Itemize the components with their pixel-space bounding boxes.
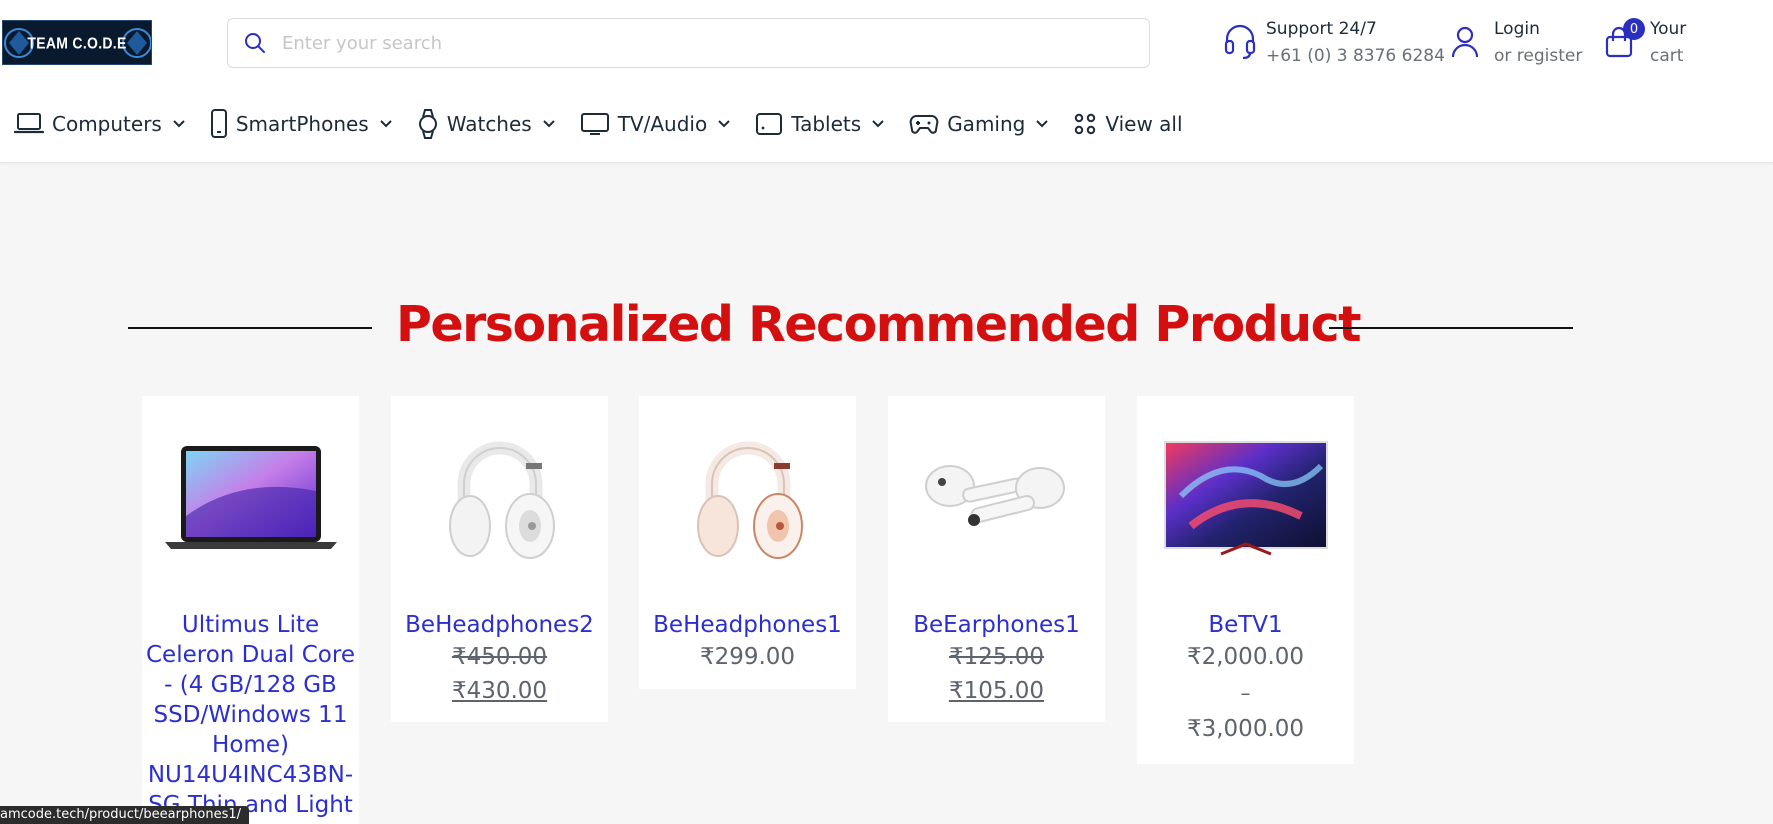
register-label[interactable]: or register xyxy=(1494,43,1582,70)
nav-item-view-all[interactable]: View all xyxy=(1073,112,1183,136)
logo-text: TEAM C.O.D.E xyxy=(27,33,127,52)
chevron-down-icon xyxy=(717,119,731,129)
product-price: ₹299.00 xyxy=(699,644,796,670)
smartphone-icon xyxy=(210,109,228,139)
search-bar xyxy=(227,18,1150,68)
price-range-separator: – xyxy=(1240,681,1251,705)
cart-count-badge: 0 xyxy=(1623,18,1645,40)
nav-label: Tablets xyxy=(791,112,862,136)
product-card[interactable]: BeTV1 ₹2,000.00 – ₹3,000.00 xyxy=(1137,396,1354,764)
product-name[interactable]: Ultimus Lite Celeron Dual Core - (4 GB/1… xyxy=(142,596,359,820)
shopping-bag-icon: 0 xyxy=(1604,16,1645,68)
product-image-headphones-white[interactable] xyxy=(391,396,608,596)
cart-label-line2: cart xyxy=(1650,46,1684,66)
product-sale-price: ₹105.00 xyxy=(948,678,1045,704)
product-price-min: ₹2,000.00 xyxy=(1186,644,1305,670)
chevron-down-icon xyxy=(871,119,885,129)
nav-item-watches[interactable]: Watches xyxy=(417,108,556,140)
product-image-headphones-pink[interactable] xyxy=(639,396,856,596)
nav-label: Watches xyxy=(446,112,532,136)
chevron-down-icon xyxy=(542,119,556,129)
product-sale-price: ₹430.00 xyxy=(451,678,548,704)
section-title: Personalized Recommended Product xyxy=(396,296,1362,353)
login-label[interactable]: Login xyxy=(1494,16,1582,43)
nav-item-smartphones[interactable]: SmartPhones xyxy=(210,109,393,139)
nav-item-tv-audio[interactable]: TV/Audio xyxy=(580,112,731,136)
nav-label: Computers xyxy=(52,112,162,136)
product-image-laptop[interactable] xyxy=(142,396,359,596)
nav-label: SmartPhones xyxy=(235,112,369,136)
product-card[interactable]: BeEarphones1 ₹125.00 ₹105.00 xyxy=(888,396,1105,722)
search-icon[interactable] xyxy=(228,18,282,68)
nav-item-tablets[interactable]: Tablets xyxy=(755,112,885,136)
product-name[interactable]: BeHeadphones1 xyxy=(639,596,856,640)
cart-link[interactable]: 0 Your cart xyxy=(1604,16,1686,72)
grid-dots-icon xyxy=(1073,112,1097,136)
support-phone[interactable]: +61 (0) 3 8376 6284 xyxy=(1266,43,1445,70)
chevron-down-icon xyxy=(379,119,393,129)
watch-icon xyxy=(417,108,439,140)
tablet-icon xyxy=(755,112,783,136)
nav-item-computers[interactable]: Computers xyxy=(14,112,186,136)
tv-icon xyxy=(580,112,610,136)
product-name[interactable]: BeEarphones1 xyxy=(888,596,1105,640)
laptop-icon xyxy=(14,112,44,136)
product-image-earphones[interactable] xyxy=(888,396,1105,596)
site-header: TEAM C.O.D.E Support 24/7 +61 (0) 3 8376… xyxy=(0,0,1773,163)
title-divider-left xyxy=(128,327,372,329)
product-price-max: ₹3,000.00 xyxy=(1186,716,1305,742)
nav-item-gaming[interactable]: Gaming xyxy=(909,112,1049,136)
chevron-down-icon xyxy=(172,119,186,129)
product-name[interactable]: BeHeadphones2 xyxy=(391,596,608,640)
product-card[interactable]: Ultimus Lite Celeron Dual Core - (4 GB/1… xyxy=(142,396,359,824)
support-contact[interactable]: Support 24/7 +61 (0) 3 8376 6284 xyxy=(1220,16,1445,72)
chevron-down-icon xyxy=(1035,119,1049,129)
search-input[interactable] xyxy=(282,32,1122,54)
login-register-link[interactable]: Login or register xyxy=(1450,16,1582,72)
product-old-price: ₹125.00 xyxy=(948,644,1045,670)
status-bar-url: amcode.tech/product/beearphones1/ xyxy=(0,806,250,824)
user-icon xyxy=(1450,16,1480,68)
cart-label-line1: Your xyxy=(1650,19,1687,39)
category-nav: Computers SmartPhones Watches TV/Audio T… xyxy=(14,104,1207,144)
site-logo[interactable]: TEAM C.O.D.E xyxy=(2,20,152,65)
nav-label: Gaming xyxy=(947,112,1026,136)
product-card[interactable]: BeHeadphones1 ₹299.00 xyxy=(639,396,856,689)
gamepad-icon xyxy=(909,113,939,135)
product-old-price: ₹450.00 xyxy=(451,644,548,670)
support-label: Support 24/7 xyxy=(1266,19,1377,39)
nav-label: TV/Audio xyxy=(617,112,708,136)
headset-icon xyxy=(1220,16,1260,68)
title-divider-right xyxy=(1329,327,1573,329)
product-card[interactable]: BeHeadphones2 ₹450.00 ₹430.00 xyxy=(391,396,608,722)
nav-label: View all xyxy=(1105,112,1183,136)
product-image-tv[interactable] xyxy=(1137,396,1354,596)
product-name[interactable]: BeTV1 xyxy=(1137,596,1354,640)
